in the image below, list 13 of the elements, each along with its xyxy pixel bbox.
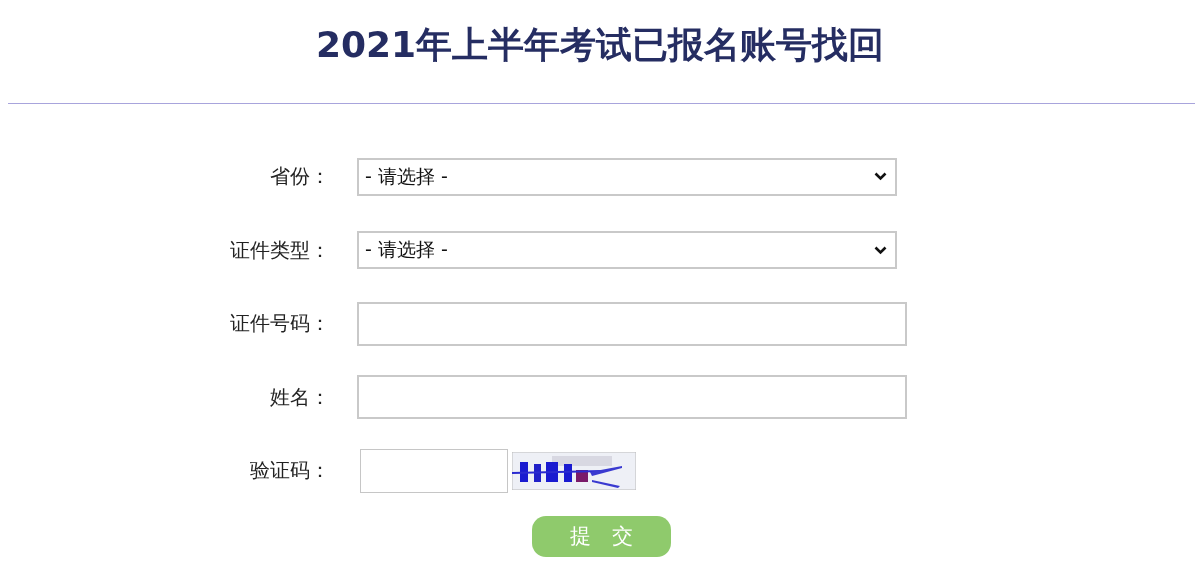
input-field[interactable] bbox=[357, 301, 907, 346]
field-label: 证件类型： bbox=[230, 236, 330, 264]
page-title: 2021年上半年考试已报名账号找回 bbox=[315, 23, 885, 67]
chevron-down-icon bbox=[874, 172, 887, 182]
select-field[interactable]: - 请选择 - bbox=[357, 231, 897, 270]
field-label: 证件号码： bbox=[230, 310, 330, 338]
select-field[interactable]: - 请选择 - bbox=[357, 157, 897, 196]
field-label: 省份： bbox=[270, 163, 330, 191]
input-field[interactable] bbox=[360, 448, 508, 493]
input-field[interactable] bbox=[357, 375, 907, 420]
field-label: 验证码： bbox=[250, 457, 330, 485]
field-label: 姓名： bbox=[270, 383, 330, 411]
chevron-down-icon bbox=[874, 245, 887, 255]
